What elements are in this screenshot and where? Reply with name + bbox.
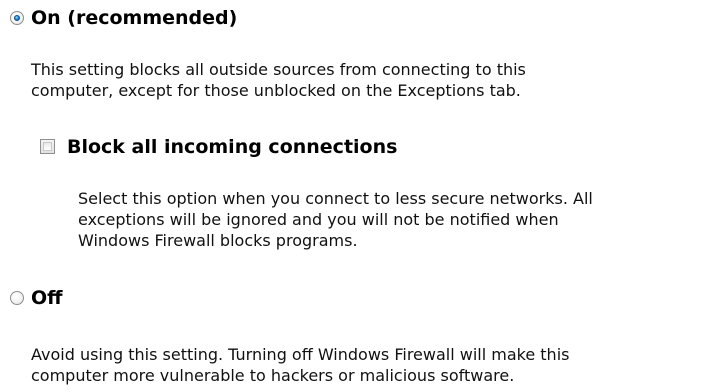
on-radio-button[interactable]	[10, 11, 24, 25]
block-incoming-description: Select this option when you connect to l…	[78, 188, 593, 251]
off-option-label[interactable]: Off	[31, 287, 63, 309]
description-line: computer more vulnerable to hackers or m…	[31, 366, 515, 385]
description-line: Avoid using this setting. Turning off Wi…	[31, 345, 570, 364]
off-radio-button[interactable]	[10, 291, 24, 305]
off-option-description: Avoid using this setting. Turning off Wi…	[31, 344, 569, 386]
block-incoming-checkbox[interactable]	[40, 139, 55, 154]
description-line: computer, except for those unblocked on …	[31, 81, 521, 100]
description-line: Select this option when you connect to l…	[78, 189, 593, 208]
checkbox-inner-icon	[43, 142, 52, 151]
block-incoming-label[interactable]: Block all incoming connections	[67, 136, 397, 158]
description-line: This setting blocks all outside sources …	[31, 60, 526, 79]
off-option-row[interactable]: Off	[0, 282, 701, 316]
radio-selected-dot-icon	[14, 15, 20, 21]
on-option-row[interactable]: On (recommended)	[0, 0, 701, 40]
description-line: Windows Firewall blocks programs.	[78, 231, 358, 250]
description-line: exceptions will be ignored and you will …	[78, 210, 559, 229]
block-incoming-row[interactable]: Block all incoming connections	[30, 130, 701, 164]
on-option-description: This setting blocks all outside sources …	[31, 59, 526, 101]
on-option-label[interactable]: On (recommended)	[31, 7, 237, 29]
